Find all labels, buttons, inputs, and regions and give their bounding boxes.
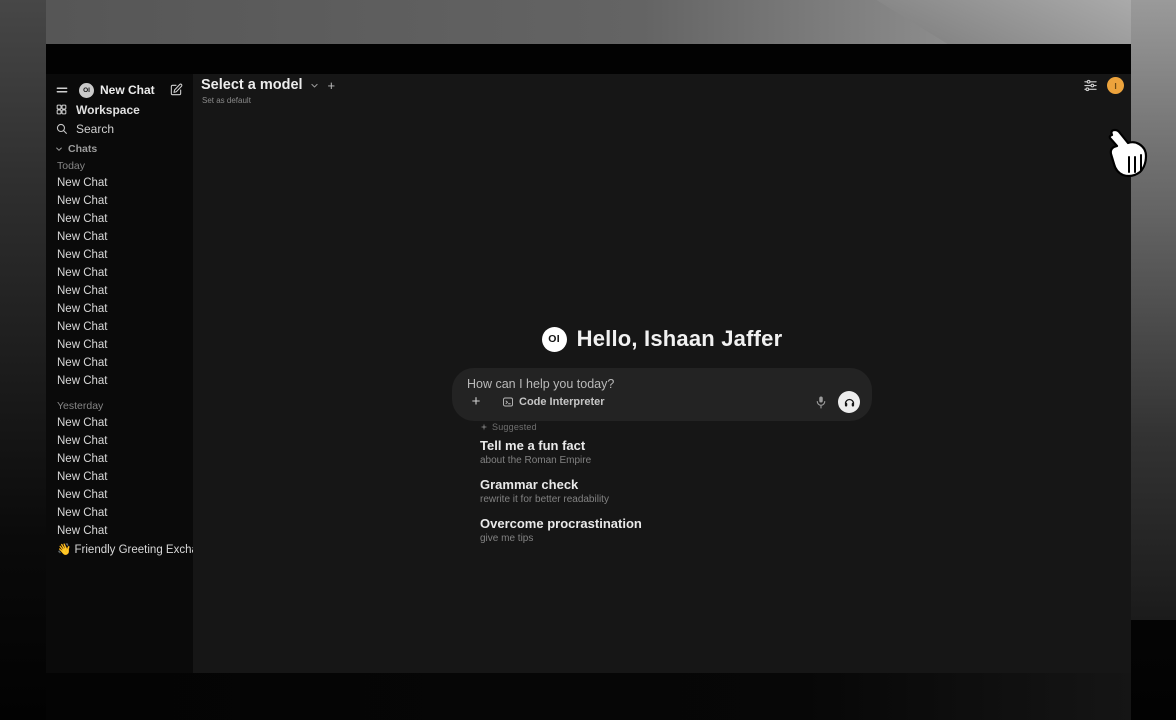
desktop-backdrop-left (0, 0, 46, 720)
chat-list-item[interactable]: New Chat (46, 300, 193, 318)
topbar: Select a model + Set as default I (193, 74, 1131, 108)
model-selector[interactable]: Select a model + (201, 77, 335, 93)
suggested-prompt-title: Overcome procrastination (480, 517, 880, 531)
chat-group: Today New ChatNew ChatNew ChatNew ChatNe… (46, 159, 193, 390)
message-composer[interactable]: + Code Interpreter (452, 368, 872, 421)
desktop: OI New Chat Workspace Searc (0, 0, 1176, 720)
suggested-prompt-subtitle: give me tips (480, 532, 880, 545)
app-window: OI New Chat Workspace Searc (46, 44, 1131, 673)
greeting-row: OI Hello, Ishaan Jaffer (193, 326, 1131, 352)
app-logo-icon: OI (542, 327, 567, 352)
sidebar-item-workspace[interactable]: Workspace (46, 100, 193, 119)
settings-sliders-icon[interactable] (1083, 78, 1098, 93)
chat-list-item[interactable]: New Chat (46, 264, 193, 282)
chat-list-item[interactable]: New Chat (46, 522, 193, 540)
suggested-prompt-subtitle: rewrite it for better readability (480, 493, 880, 506)
desktop-backdrop-right (1131, 0, 1176, 620)
sidebar-toggle-icon[interactable] (55, 83, 69, 97)
chat-list-item[interactable]: New Chat (46, 210, 193, 228)
chat-list-item[interactable]: New Chat (46, 246, 193, 264)
microphone-icon[interactable] (815, 395, 827, 410)
sidebar-item-search[interactable]: Search (46, 119, 193, 138)
message-input[interactable] (467, 377, 860, 391)
suggested-prompt-title: Grammar check (480, 478, 880, 492)
suggested-label: Suggested (492, 422, 537, 432)
chat-group-label: Yesterday (46, 399, 193, 412)
chat-list-item[interactable]: New Chat (46, 318, 193, 336)
chat-list-item[interactable]: 👋 Friendly Greeting Exchange (46, 540, 193, 558)
greeting-text: Hello, Ishaan Jaffer (577, 326, 783, 352)
model-selector-label: Select a model (201, 77, 303, 93)
suggested-prompt-subtitle: about the Roman Empire (480, 454, 880, 467)
chat-list-item[interactable]: New Chat (46, 486, 193, 504)
search-label: Search (76, 122, 114, 136)
sidebar-title: New Chat (100, 83, 169, 97)
chat-list-item[interactable]: New Chat (46, 174, 193, 192)
voice-call-button[interactable] (838, 391, 860, 413)
chevron-down-icon (55, 145, 63, 153)
desktop-backdrop-bottom (46, 673, 1131, 720)
chat-list-item[interactable]: New Chat (46, 354, 193, 372)
chats-section-header[interactable]: Chats (46, 142, 193, 156)
suggested-prompt[interactable]: Tell me a fun fact about the Roman Empir… (480, 439, 880, 467)
chats-section-label: Chats (68, 143, 97, 155)
chat-list-item[interactable]: New Chat (46, 282, 193, 300)
chat-list-item[interactable]: New Chat (46, 468, 193, 486)
main-panel: Select a model + Set as default I (193, 74, 1131, 673)
sparkle-icon (480, 423, 488, 431)
code-interpreter-toggle[interactable]: Code Interpreter (502, 396, 605, 408)
window-titlebar (46, 44, 1131, 74)
suggested-section: Suggested Tell me a fun fact about the R… (480, 422, 880, 556)
workspace-label: Workspace (76, 103, 140, 117)
chat-group: Yesterday New ChatNew ChatNew ChatNew Ch… (46, 399, 193, 558)
chat-list-item[interactable]: New Chat (46, 336, 193, 354)
user-avatar[interactable]: I (1107, 77, 1124, 94)
chat-list-item[interactable]: New Chat (46, 192, 193, 210)
chat-list: Today New ChatNew ChatNew ChatNew ChatNe… (46, 159, 193, 558)
chat-list-item[interactable]: New Chat (46, 228, 193, 246)
chevron-down-icon (310, 81, 319, 90)
add-model-button[interactable]: + (328, 78, 336, 93)
headphones-icon (843, 396, 856, 409)
workspace-icon (55, 103, 68, 116)
set-as-default-link[interactable]: Set as default (202, 96, 251, 105)
search-icon (55, 122, 68, 135)
suggested-prompt[interactable]: Grammar check rewrite it for better read… (480, 478, 880, 506)
chat-list-item[interactable]: New Chat (46, 432, 193, 450)
app-logo-icon: OI (79, 83, 94, 98)
code-interpreter-icon (502, 396, 514, 408)
sidebar: OI New Chat Workspace Searc (46, 74, 193, 673)
suggested-prompt[interactable]: Overcome procrastination give me tips (480, 517, 880, 545)
attach-button[interactable]: + (467, 393, 485, 411)
chat-list-item[interactable]: New Chat (46, 450, 193, 468)
suggested-list: Tell me a fun fact about the Roman Empir… (480, 439, 880, 545)
new-chat-icon[interactable] (169, 83, 183, 97)
chat-group-label: Today (46, 159, 193, 172)
chat-list-item[interactable]: New Chat (46, 414, 193, 432)
chat-list-item[interactable]: New Chat (46, 372, 193, 390)
chat-list-item[interactable]: New Chat (46, 504, 193, 522)
code-interpreter-label: Code Interpreter (519, 396, 605, 408)
suggested-prompt-title: Tell me a fun fact (480, 439, 880, 453)
